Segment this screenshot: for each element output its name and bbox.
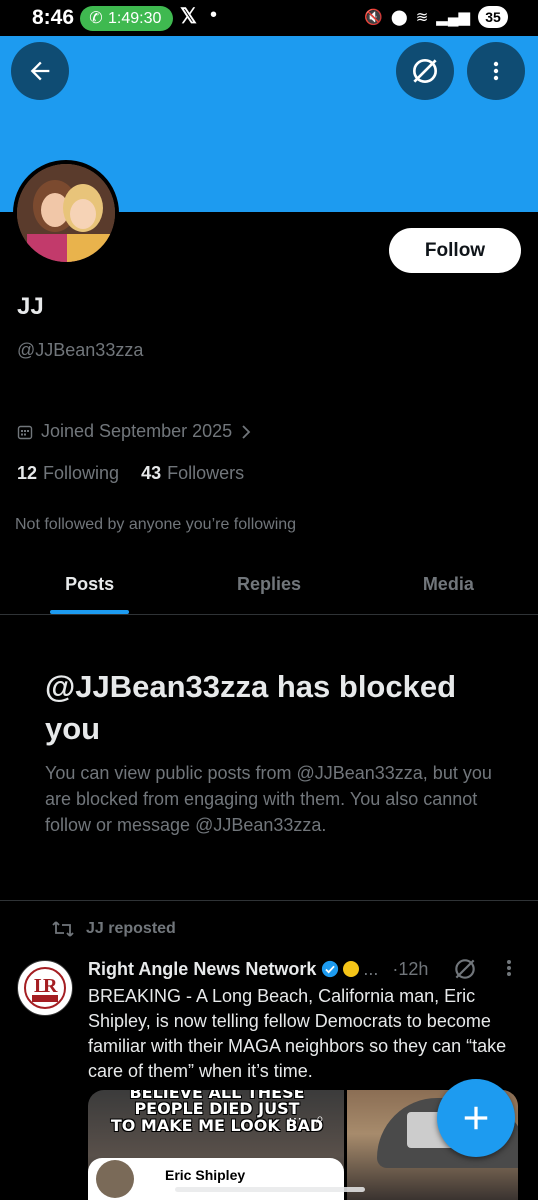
tab-posts[interactable]: Posts	[0, 557, 179, 614]
following-count: 12	[17, 463, 38, 483]
battery-indicator: 35	[478, 6, 508, 28]
tweet-grok-button[interactable]	[452, 956, 478, 987]
section-divider	[0, 900, 538, 901]
home-indicator[interactable]	[175, 1187, 365, 1192]
avatar-photo	[17, 164, 115, 262]
avatar-illustration	[17, 164, 115, 262]
following-label: Following	[43, 463, 120, 483]
blocked-title: @JJBean33zza has blocked you	[45, 669, 457, 746]
joined-date[interactable]: Joined September 2025	[17, 421, 252, 442]
compose-button[interactable]	[437, 1079, 515, 1157]
following-link[interactable]: 12 Following	[17, 463, 119, 484]
profile-handle: @JJBean33zza	[17, 340, 144, 360]
blocked-description: You can view public posts from @JJBean33…	[45, 763, 492, 835]
joined-label: Joined September 2025	[41, 421, 233, 441]
profile-tabs: Posts Replies Media	[0, 557, 538, 615]
grok-icon	[413, 59, 437, 83]
follow-button[interactable]: Follow	[389, 228, 521, 273]
truncation-ellipsis: ...	[363, 958, 379, 979]
followers-count: 43	[141, 463, 162, 483]
signal-icon: ▂▄▆	[436, 9, 470, 26]
status-bar: 8:46 ✆ 1:49:30 𝕏 • 🔇 ⬤ ≋ ▂▄▆ 35	[0, 0, 538, 36]
not-followed-note: Not followed by anyone you’re following	[15, 516, 297, 533]
call-indicator[interactable]: ✆ 1:49:30	[80, 6, 173, 31]
tweet-text: BREAKING - A Long Beach, California man,…	[88, 986, 507, 1081]
status-time: 8:46	[32, 6, 75, 29]
plus-icon	[464, 1106, 488, 1130]
tweet-author-avatar[interactable]: L R	[17, 960, 73, 1016]
tweet-time[interactable]: ·12h	[392, 959, 428, 980]
tab-replies[interactable]: Replies	[179, 557, 358, 614]
meme-card-name: Eric Shipley	[165, 1167, 246, 1183]
wifi-icon: ≋	[415, 9, 429, 26]
repost-icon	[52, 921, 74, 937]
followers-link[interactable]: 43 Followers	[141, 463, 244, 484]
meme-toolbar: ⋯ ⌕	[288, 1110, 324, 1127]
location-icon: ⬤	[390, 9, 408, 26]
more-options-button[interactable]	[467, 42, 525, 100]
repost-indicator: JJ reposted	[52, 920, 176, 938]
profile-avatar[interactable]	[13, 160, 119, 266]
tweet-media-image-1[interactable]: BELIEVE ALL THESE PEOPLE DIED JUST TO MA…	[88, 1090, 344, 1200]
repost-label: JJ reposted	[86, 920, 176, 937]
chevron-right-icon	[242, 424, 251, 439]
more-horizontal-icon: ⋯	[288, 1110, 302, 1126]
more-vertical-icon	[493, 61, 499, 81]
call-timer: 1:49:30	[108, 10, 162, 27]
affiliate-badge-icon	[343, 961, 360, 977]
grok-button[interactable]	[396, 42, 454, 100]
svg-text:R: R	[43, 975, 58, 997]
calendar-icon	[17, 425, 33, 439]
right-angle-news-logo-icon: L R	[24, 967, 66, 1009]
follow-stats: 12 Following 43 Followers	[17, 463, 244, 484]
mute-icon: 🔇	[364, 9, 383, 26]
more-vertical-icon	[507, 960, 511, 976]
search-icon: ⌕	[316, 1110, 324, 1126]
tweet-more-button[interactable]	[503, 956, 515, 986]
notification-dot: •	[210, 4, 218, 26]
status-icons: 🔇 ⬤ ≋ ▂▄▆ 35	[364, 6, 508, 28]
followers-label: Followers	[167, 463, 245, 483]
verified-badge-icon	[322, 960, 339, 978]
meme-card-avatar	[96, 1160, 134, 1198]
tweet-author-name[interactable]: Right Angle News Network	[88, 959, 316, 980]
tab-media[interactable]: Media	[359, 557, 538, 614]
display-name: JJ	[17, 293, 44, 320]
back-button[interactable]	[11, 42, 69, 100]
arrow-left-icon	[30, 61, 50, 81]
x-app-icon: 𝕏	[180, 5, 197, 28]
grok-icon	[455, 959, 475, 979]
phone-icon: ✆	[89, 10, 103, 27]
